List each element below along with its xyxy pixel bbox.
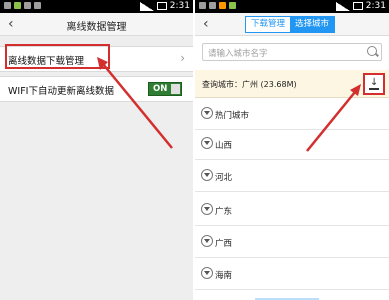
annotation-arrow-right [306,84,361,152]
annotation-arrow-left [97,57,173,149]
left-screen: 2:31 ‹ 离线数据管理 离线数据下载管理 › WIFI下自动更新离线数据 O… [0,0,193,300]
right-screen: 2:31 ‹ 下载管理 选择城市 请输入城市名字 查询城市：广州 (23.68M… [195,0,389,300]
